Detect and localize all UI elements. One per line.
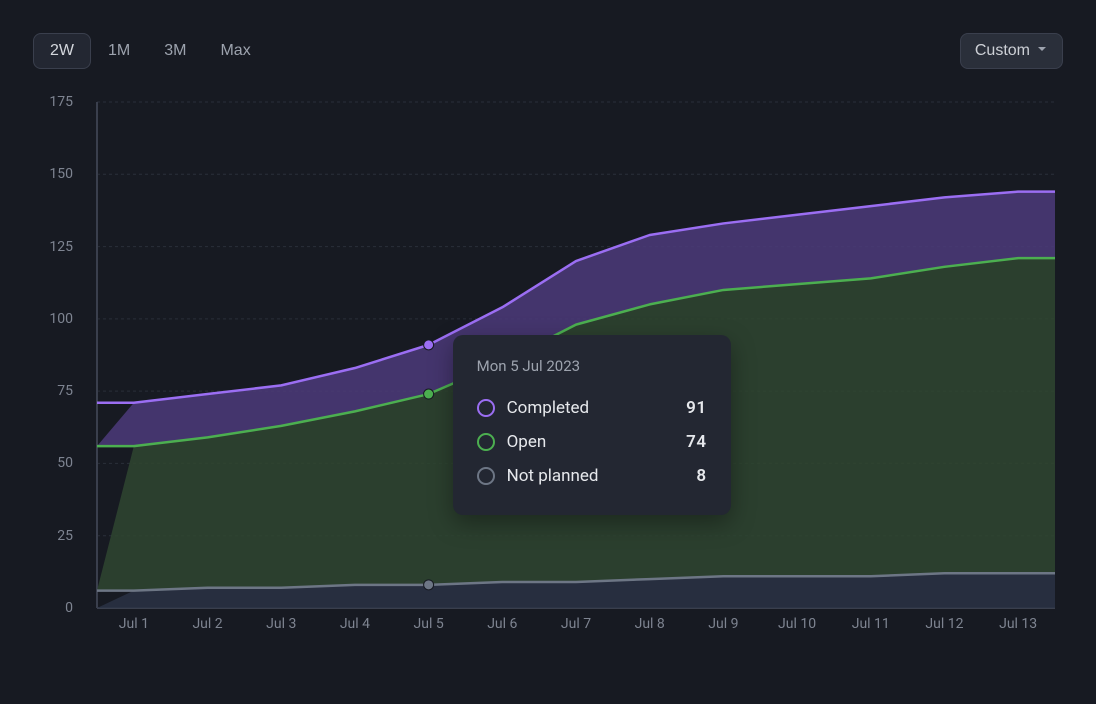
y-tick: 25 <box>57 528 73 544</box>
tooltip-row: Completed 91 <box>477 391 707 425</box>
x-tick: Jul 5 <box>414 616 444 632</box>
tooltip-date: Mon 5 Jul 2023 <box>477 357 707 375</box>
tooltip-series-value: 8 <box>696 466 706 486</box>
range-tab-1m[interactable]: 1M <box>91 33 147 69</box>
y-tick: 125 <box>49 239 73 255</box>
toolbar: 2W1M3MMax Custom <box>33 30 1063 72</box>
tooltip-row: Open 74 <box>477 425 707 459</box>
custom-range-label: Custom <box>975 42 1030 60</box>
x-tick: Jul 8 <box>635 616 665 632</box>
x-tick: Jul 9 <box>708 616 738 632</box>
y-axis: 0 25 50 75 100 125 150 175 <box>33 96 89 648</box>
x-axis: Jul 1 Jul 2 Jul 3 Jul 4 Jul 5 Jul 6 Jul 7 Jul 8… <box>89 608 1063 648</box>
x-tick: Jul 7 <box>561 616 591 632</box>
x-tick: Jul 2 <box>192 616 222 632</box>
y-tick: 75 <box>57 383 73 399</box>
y-tick: 0 <box>65 600 73 616</box>
range-tab-2w[interactable]: 2W <box>33 33 91 69</box>
chevron-down-icon <box>1036 42 1048 60</box>
range-tab-3m[interactable]: 3M <box>147 33 203 69</box>
hover-tooltip: Mon 5 Jul 2023 Completed91Open74Not plan… <box>453 335 731 515</box>
tooltip-series-label: Open <box>507 432 675 452</box>
y-tick: 150 <box>49 166 73 182</box>
x-tick: Jul 4 <box>340 616 370 632</box>
tooltip-series-label: Completed <box>507 398 675 418</box>
x-tick: Jul 3 <box>266 616 296 632</box>
tooltip-series-value: 74 <box>686 432 706 452</box>
x-tick: Jul 13 <box>999 616 1037 632</box>
y-tick: 100 <box>49 311 73 327</box>
custom-range-button[interactable]: Custom <box>960 33 1063 69</box>
legend-dot <box>477 399 495 417</box>
y-tick: 50 <box>57 455 73 471</box>
legend-dot <box>477 467 495 485</box>
x-tick: Jul 6 <box>487 616 517 632</box>
legend-dot <box>477 433 495 451</box>
time-range-tabs: 2W1M3MMax <box>33 33 268 69</box>
tooltip-series-value: 91 <box>686 398 706 418</box>
x-tick: Jul 11 <box>852 616 890 632</box>
x-tick: Jul 1 <box>119 616 149 632</box>
tooltip-row: Not planned 8 <box>477 459 707 493</box>
x-tick: Jul 10 <box>778 616 816 632</box>
y-tick: 175 <box>49 94 73 110</box>
plot-area[interactable]: Jul 1 Jul 2 Jul 3 Jul 4 Jul 5 Jul 6 Jul 7 Jul 8… <box>89 96 1063 648</box>
x-tick: Jul 12 <box>925 616 963 632</box>
tooltip-series-label: Not planned <box>507 466 685 486</box>
range-tab-max[interactable]: Max <box>203 33 267 69</box>
stacked-area-chart[interactable]: 0 25 50 75 100 125 150 175 Jul 1 Jul 2 Jul 3 Jul 4… <box>33 96 1063 648</box>
